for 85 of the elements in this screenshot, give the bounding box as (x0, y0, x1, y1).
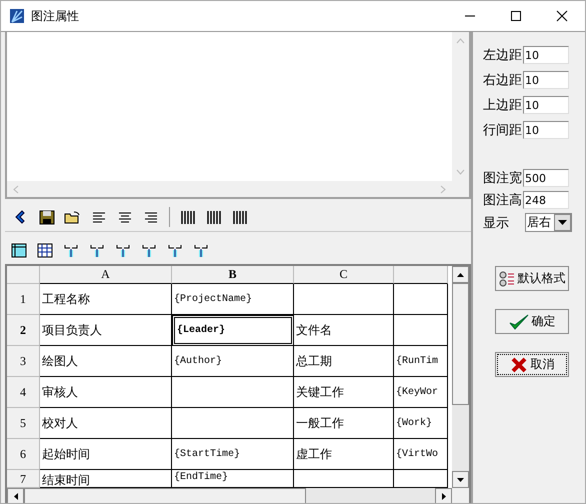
input-field[interactable]: 10 (523, 46, 569, 64)
scrollbar-thumb[interactable] (452, 283, 469, 405)
checkmark-icon (508, 314, 528, 330)
table-cell[interactable]: 绘图人 (40, 346, 172, 377)
right-arrow-icon (442, 493, 446, 500)
table-cell[interactable]: {Work} (394, 408, 448, 439)
open-folder-icon (64, 209, 82, 225)
bars-icon (205, 209, 223, 225)
table-cell[interactable] (172, 408, 294, 439)
scroll-up-button[interactable] (452, 266, 469, 283)
input-field[interactable]: 10 (523, 71, 569, 89)
table-cell[interactable]: 文件名 (294, 315, 394, 346)
table-cell[interactable]: {StartTime} (172, 439, 294, 470)
table-cell[interactable]: 虚工作 (294, 439, 394, 470)
insert-icon (62, 242, 80, 258)
row-header[interactable]: 2 (7, 315, 40, 346)
dropdown-arrow-icon (558, 220, 567, 225)
table-cell[interactable]: 起始时间 (40, 439, 172, 470)
table-cell[interactable]: 一般工作 (294, 408, 394, 439)
list-icon (498, 270, 514, 286)
row-header[interactable]: 1 (7, 284, 40, 315)
column-header[interactable] (394, 266, 448, 284)
insert-icon (88, 242, 106, 258)
scroll-down-button[interactable] (452, 471, 469, 488)
table-cell[interactable]: {VirtWo (394, 439, 448, 470)
left-arrow-icon (14, 493, 18, 500)
table-cell[interactable]: 校对人 (40, 408, 172, 439)
column-header[interactable]: B (172, 266, 294, 284)
table-cell[interactable]: 项目负责人 (40, 315, 172, 346)
table-cell[interactable]: 总工期 (294, 346, 394, 377)
window-title: 图注属性 (31, 8, 79, 24)
scroll-right-button[interactable] (435, 488, 452, 503)
bars-icon (179, 209, 197, 225)
input-field[interactable]: 10 (523, 96, 569, 114)
column-header[interactable]: C (294, 266, 394, 284)
table-cell[interactable] (394, 284, 448, 315)
close-icon (556, 10, 568, 22)
scrollbar-thumb[interactable] (24, 488, 306, 503)
table-cell[interactable] (294, 284, 394, 315)
maximize-icon (510, 10, 522, 22)
input-field[interactable]: 248 (523, 191, 569, 209)
field-label: 上边距 (483, 97, 521, 114)
table-cell[interactable]: {Author} (172, 346, 294, 377)
row-header[interactable]: 5 (7, 408, 40, 439)
table-cell[interactable]: {RunTim (394, 346, 448, 377)
insert-icon (166, 242, 184, 258)
close-icon (510, 356, 528, 372)
table-cell[interactable]: 关键工作 (294, 377, 394, 408)
field-label: 左边距 (483, 47, 521, 64)
table-cell[interactable]: 工程名称 (40, 284, 172, 315)
table-cell[interactable]: {KeyWor (394, 377, 448, 408)
ok-button[interactable]: 确定 (495, 309, 569, 334)
field-label: 显示 (483, 214, 510, 232)
default-format-button[interactable]: 默认格式 (495, 266, 569, 291)
app-icon (9, 8, 25, 24)
row-header[interactable]: 6 (7, 439, 40, 470)
corner-cell (7, 266, 40, 284)
up-arrow-icon (457, 272, 464, 276)
insert-icon (192, 242, 210, 258)
down-arrow-icon (457, 478, 464, 482)
row-header[interactable]: 7 (7, 470, 40, 488)
bars-icon (231, 209, 249, 225)
field-label: 行间距 (483, 122, 521, 139)
save-icon (38, 209, 56, 225)
row-header[interactable]: 3 (7, 346, 40, 377)
input-field[interactable]: 10 (523, 121, 569, 139)
table-cell[interactable]: 审核人 (40, 377, 172, 408)
table-cell[interactable] (172, 377, 294, 408)
column-header[interactable]: A (40, 266, 172, 284)
resize-grip-icon[interactable] (452, 488, 469, 503)
row-header[interactable]: 4 (7, 377, 40, 408)
cancel-button[interactable]: 取消 (495, 352, 569, 377)
table-grid-icon (36, 242, 54, 258)
table-cell[interactable]: {Leader} (172, 315, 294, 346)
insert-icon (114, 242, 132, 258)
insert-icon (140, 242, 158, 258)
table-cell[interactable]: {ProjectName} (172, 284, 294, 315)
field-label: 图注高 (483, 192, 521, 209)
scroll-left-button[interactable] (7, 488, 24, 503)
field-label: 右边距 (483, 72, 521, 89)
table-icon (10, 242, 28, 258)
input-field[interactable]: 500 (523, 169, 569, 187)
table-cell[interactable] (394, 315, 448, 346)
dropdown[interactable]: 居右 (525, 213, 572, 232)
field-label: 图注宽 (483, 170, 521, 187)
